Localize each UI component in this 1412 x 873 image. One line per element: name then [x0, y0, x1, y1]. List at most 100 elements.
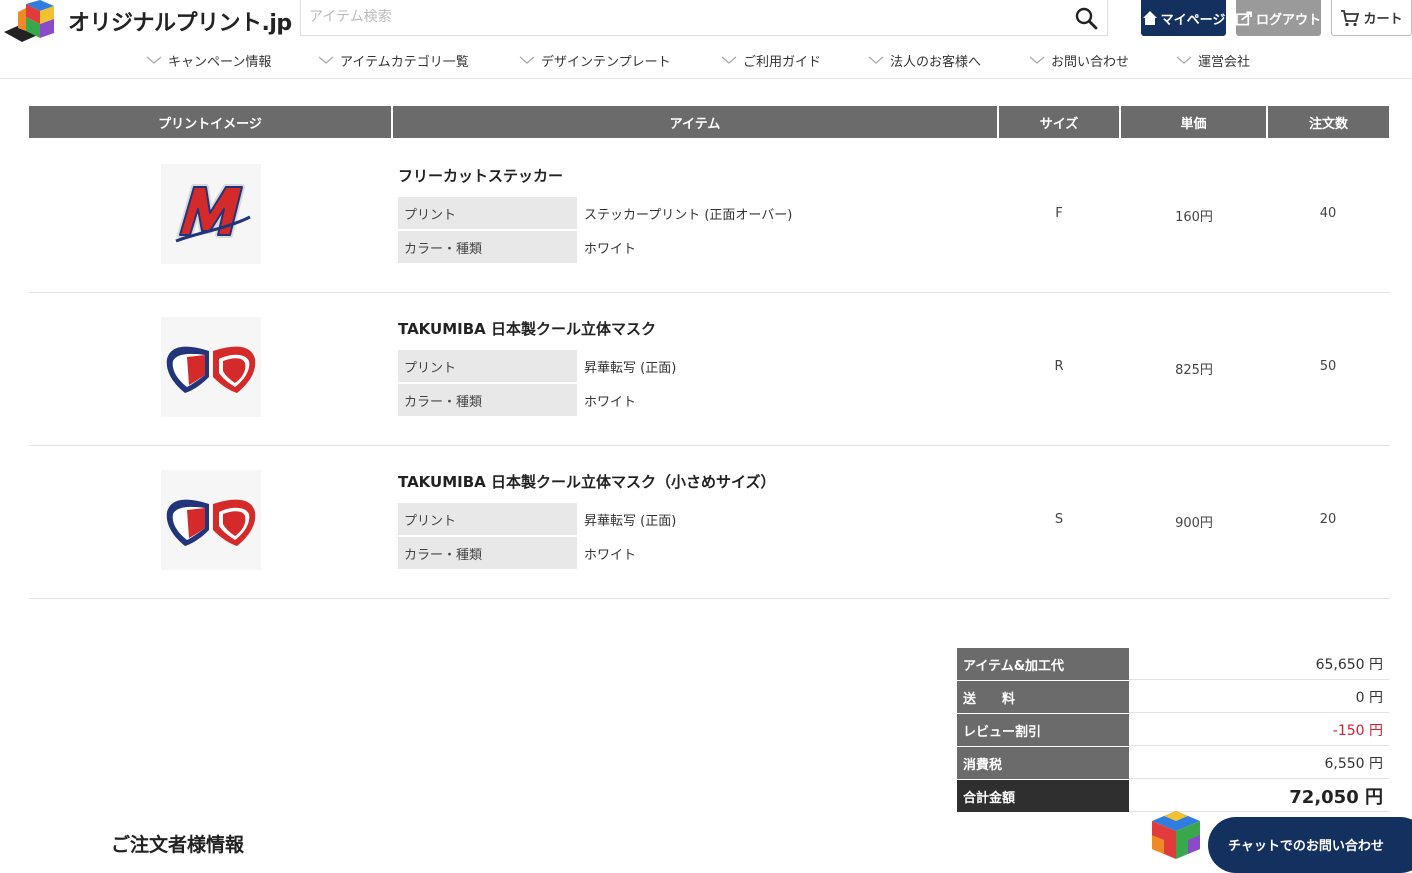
chat-contact-button[interactable]: チャットでのお問い合わせ: [1208, 817, 1412, 873]
orderer-section-title: ご注文者様情報: [111, 834, 245, 856]
mask-image: [166, 499, 256, 546]
cart-icon: [1341, 9, 1360, 26]
mypage-button[interactable]: マイページ: [1141, 0, 1226, 36]
nav-item-templates[interactable]: デザインテンプレート: [519, 48, 671, 72]
mypage-label: マイページ: [1160, 12, 1226, 28]
chat-contact-label: チャットでのお問い合わせ: [1228, 839, 1384, 854]
logout-button[interactable]: ログアウト: [1236, 0, 1321, 36]
item-name: フリーカットステッカー: [398, 167, 564, 185]
spec-row-print: プリント 昇華転写 (正面): [398, 503, 978, 535]
item-spec: プリント 昇華転写 (正面) カラー・種類 ホワイト: [398, 503, 978, 569]
search-button[interactable]: [1071, 3, 1101, 33]
unit-price-cell: 160円: [1175, 210, 1213, 225]
nav-label: お問い合わせ: [1051, 54, 1130, 70]
item-spec: プリント ステッカープリント (正面オーバー) カラー・種類 ホワイト: [398, 197, 978, 263]
totals-label: 合計金額: [957, 780, 1129, 812]
totals-row-grand-total: 合計金額 72,050 円: [957, 780, 1389, 813]
search-icon: [1075, 7, 1098, 30]
item-name: TAKUMIBA 日本製クール立体マスク（小さめサイズ）: [398, 473, 776, 491]
nav-item-corporate[interactable]: 法人のお客様へ: [868, 48, 981, 72]
quantity-cell: 50: [1319, 359, 1337, 374]
sticker-m-image: [175, 184, 251, 243]
nav-label: アイテムカテゴリ一覧: [340, 54, 469, 70]
column-header-image: プリントイメージ: [29, 106, 391, 138]
spec-value: ステッカープリント (正面オーバー): [584, 207, 793, 223]
search-input[interactable]: [301, 0, 1077, 34]
totals-label: レビュー割引: [957, 714, 1129, 746]
nav-label: キャンペーン情報: [168, 54, 272, 70]
nav-label: 法人のお客様へ: [890, 54, 982, 70]
totals-value: 72,050 円: [1129, 780, 1389, 812]
nav-label: デザインテンプレート: [541, 54, 671, 70]
column-header-unit-price: 単価: [1121, 106, 1266, 138]
spec-label: カラー・種類: [398, 384, 577, 416]
cart-button[interactable]: カート: [1331, 0, 1412, 36]
spec-value: ホワイト: [584, 547, 637, 563]
spec-label: プリント: [398, 350, 577, 382]
quantity-cell: 40: [1319, 206, 1337, 221]
nav-item-categories[interactable]: アイテムカテゴリ一覧: [318, 48, 469, 72]
mask-image: [166, 346, 256, 393]
cart-label: カート: [1363, 12, 1403, 27]
main-nav: キャンペーン情報 アイテムカテゴリ一覧 デザインテンプレート ご利用ガイド 法人…: [0, 48, 1412, 72]
totals-row-items: アイテム&加工代 65,650 円: [957, 648, 1389, 681]
print-image-mask[interactable]: [161, 317, 261, 417]
table-row: TAKUMIBA 日本製クール立体マスク プリント 昇華転写 (正面) カラー・…: [29, 292, 1390, 446]
size-cell: S: [1054, 512, 1064, 527]
spec-value: ホワイト: [584, 394, 637, 410]
nav-label: 運営会社: [1198, 54, 1251, 70]
chevron-down-icon: [868, 55, 884, 65]
nav-item-campaign[interactable]: キャンペーン情報: [146, 48, 271, 72]
spec-label: プリント: [398, 197, 577, 229]
logout-label: ログアウト: [1255, 12, 1321, 28]
spec-row-print: プリント ステッカープリント (正面オーバー): [398, 197, 978, 229]
totals-label: アイテム&加工代: [957, 648, 1129, 680]
nav-label: ご利用ガイド: [743, 54, 822, 70]
totals-row-shipping: 送 料 0 円: [957, 681, 1389, 714]
totals-value: 65,650 円: [1129, 648, 1389, 680]
chevron-down-icon: [721, 55, 737, 65]
column-header-quantity: 注文数: [1268, 106, 1389, 138]
totals-row-review-discount: レビュー割引 -150 円: [957, 714, 1389, 747]
totals-row-tax: 消費税 6,550 円: [957, 747, 1389, 780]
column-header-size: サイズ: [999, 106, 1119, 138]
spec-row-color: カラー・種類 ホワイト: [398, 231, 978, 263]
unit-price-cell: 900円: [1175, 516, 1213, 531]
nav-item-company[interactable]: 運営会社: [1176, 48, 1250, 72]
spec-value: 昇華転写 (正面): [584, 513, 677, 529]
print-image-mask-small[interactable]: [161, 470, 261, 570]
logo-text: オリジナルプリント.jp: [68, 11, 292, 36]
chevron-down-icon: [1029, 55, 1045, 65]
site-header: オリジナルプリント.jp マイページ ログアウト カート: [0, 0, 1412, 79]
column-header-item: アイテム: [393, 106, 997, 138]
chevron-down-icon: [146, 55, 162, 65]
search-box: [300, 0, 1108, 36]
nav-item-guide[interactable]: ご利用ガイド: [721, 48, 821, 72]
nav-item-contact[interactable]: お問い合わせ: [1029, 48, 1129, 72]
table-row: TAKUMIBA 日本製クール立体マスク（小さめサイズ） プリント 昇華転写 (…: [29, 445, 1390, 599]
totals-label: 消費税: [957, 747, 1129, 779]
logo-cube-icon: [4, 0, 54, 42]
spec-row-print: プリント 昇華転写 (正面): [398, 350, 978, 382]
totals-value: -150 円: [1129, 714, 1389, 746]
print-image-sticker[interactable]: [161, 164, 261, 264]
spec-label: プリント: [398, 503, 577, 535]
logout-icon: [1236, 11, 1252, 26]
unit-price-cell: 825円: [1175, 363, 1213, 378]
spec-value: 昇華転写 (正面): [584, 360, 677, 376]
item-spec: プリント 昇華転写 (正面) カラー・種類 ホワイト: [398, 350, 978, 416]
size-cell: F: [1055, 206, 1063, 221]
chat-cube-icon[interactable]: [1148, 811, 1204, 859]
spec-label: カラー・種類: [398, 231, 577, 263]
spec-row-color: カラー・種類 ホワイト: [398, 537, 978, 569]
size-cell: R: [1054, 359, 1064, 374]
chevron-down-icon: [519, 55, 535, 65]
site-logo[interactable]: オリジナルプリント.jp: [4, 0, 292, 42]
item-name: TAKUMIBA 日本製クール立体マスク: [398, 320, 656, 338]
totals-value: 6,550 円: [1129, 747, 1389, 779]
totals-value: 0 円: [1129, 681, 1389, 713]
quantity-cell: 20: [1319, 512, 1337, 527]
spec-row-color: カラー・種類 ホワイト: [398, 384, 978, 416]
spec-label: カラー・種類: [398, 537, 577, 569]
spec-value: ホワイト: [584, 241, 637, 257]
